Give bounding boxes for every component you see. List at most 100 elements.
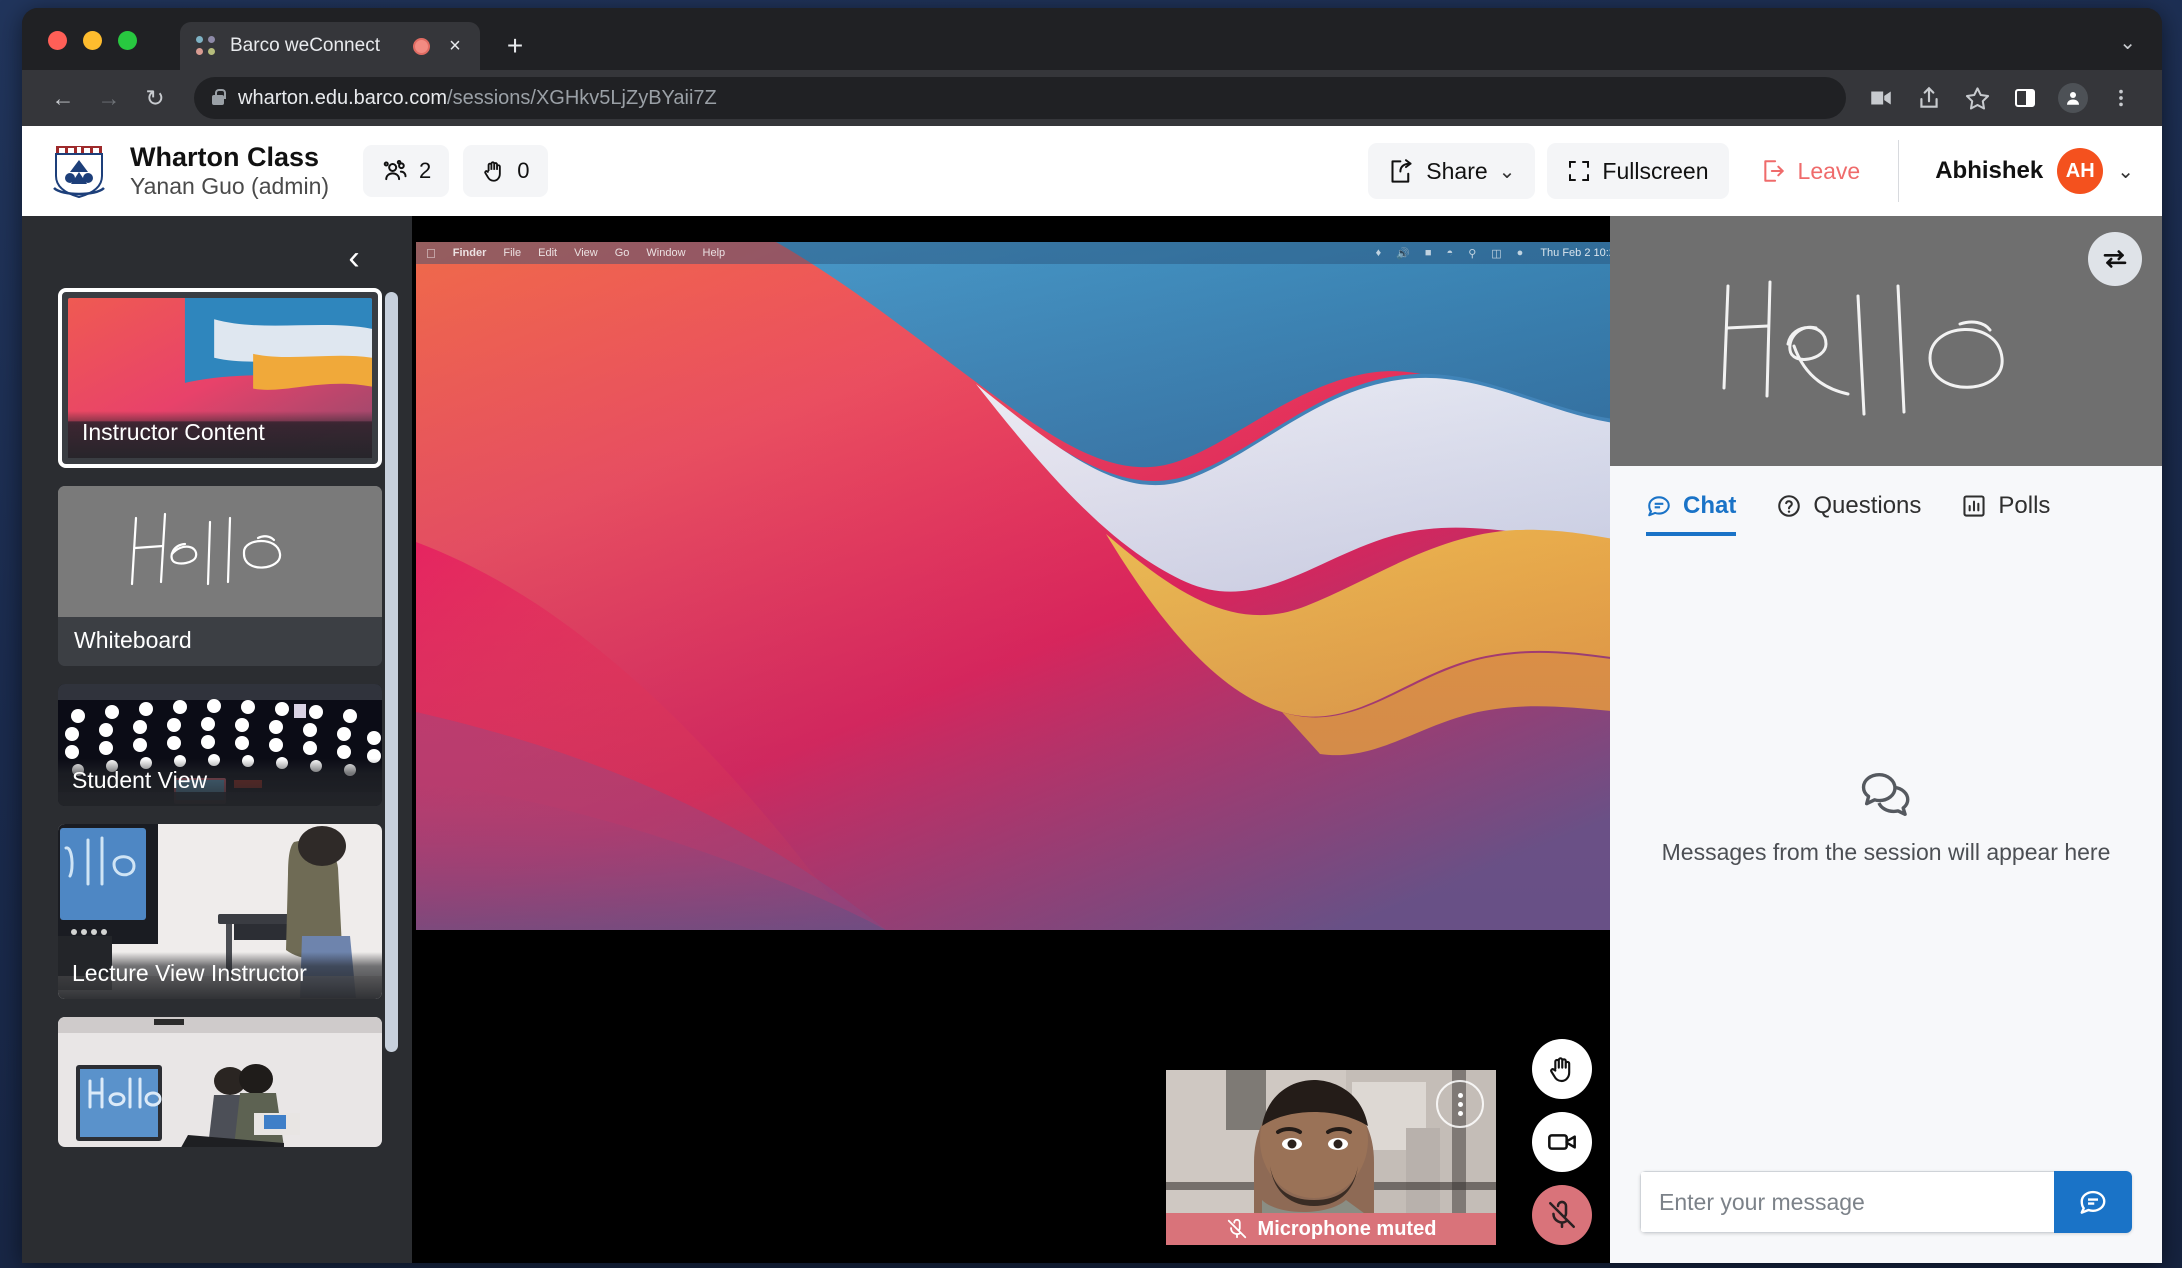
share-button[interactable]: Share ⌄ (1368, 143, 1535, 199)
message-input[interactable] (1640, 1171, 2054, 1233)
browser-toolbar: ← → ↻ wharton.edu.barco.com/sessions/XGH… (22, 70, 2162, 126)
back-button[interactable]: ← (42, 77, 84, 119)
profile-icon[interactable] (2052, 77, 2094, 119)
wharton-penn-shield-logo (48, 140, 110, 202)
tab-questions-label: Questions (1813, 492, 1921, 520)
fullscreen-icon (1567, 159, 1591, 183)
chevron-down-icon: ⌄ (2117, 159, 2134, 184)
thumbnail-preview (58, 486, 382, 620)
header-counters: 2 0 (363, 145, 548, 197)
send-message-button[interactable] (2054, 1171, 2132, 1233)
fullscreen-button-label: Fullscreen (1602, 158, 1708, 185)
main-stage:  Finder File Edit View Go Window Help ♦… (412, 216, 1610, 1263)
macos-menu-bar:  Finder File Edit View Go Window Help ♦… (416, 242, 1610, 264)
address-bar[interactable]: wharton.edu.barco.com/sessions/XGHkv5LjZ… (194, 77, 1846, 119)
sidebar-item-lecture-view-instructor[interactable]: Lecture View Instructor (58, 824, 382, 999)
microphone-toggle-button[interactable] (1532, 1185, 1592, 1245)
page-title: Wharton Class (130, 142, 329, 173)
whiteboard-preview[interactable] (1610, 216, 2162, 466)
minimize-window-button[interactable] (83, 31, 102, 50)
menu-item-finder: Finder (453, 247, 487, 259)
user-menu-button[interactable]: Abhishek AH ⌄ (1917, 148, 2140, 194)
sidebar-item-student-view[interactable]: Student View (58, 684, 382, 806)
app-header: Wharton Class Yanan Guo (admin) 2 (22, 126, 2162, 216)
panel-tabs: Chat Questions (1620, 474, 2152, 536)
sources-list: Instructor Content (22, 288, 412, 1263)
forward-button[interactable]: → (88, 77, 130, 119)
macos-big-sur-wallpaper (416, 242, 1610, 930)
tab-search-chevron-icon[interactable]: ⌄ (2119, 30, 2136, 55)
close-window-button[interactable] (48, 31, 67, 50)
shared-screen[interactable]:  Finder File Edit View Go Window Help ♦… (416, 242, 1610, 930)
browser-tab-title: Barco weConnect (230, 35, 413, 57)
menu-bar-status-icons: ♦ 🔊 ■ ◓ ⚲ ◫ ● (1376, 247, 1524, 260)
share-icon[interactable] (1908, 77, 1950, 119)
menu-item-go: Go (615, 247, 630, 259)
sidebar-item-instructor-content[interactable]: Instructor Content (58, 288, 382, 468)
raise-hand-button[interactable] (1532, 1039, 1592, 1099)
video-camera-icon[interactable] (1860, 77, 1902, 119)
address-bar-url: wharton.edu.barco.com/sessions/XGHkv5LjZ… (238, 87, 717, 110)
right-panel: Chat Questions (1610, 216, 2162, 1263)
session-host: Yanan Guo (admin) (130, 173, 329, 201)
tab-chat[interactable]: Chat (1646, 492, 1736, 536)
leave-icon (1761, 158, 1787, 184)
chat-bubble-icon (1646, 493, 1672, 519)
new-tab-button[interactable]: + (500, 32, 530, 60)
leave-button-label: Leave (1798, 158, 1861, 185)
sidebar-item-label: Student View (58, 759, 382, 806)
lock-icon (212, 95, 224, 105)
media-controls (1532, 1039, 1592, 1245)
tab-polls[interactable]: Polls (1961, 492, 2050, 536)
leave-button[interactable]: Leave (1741, 143, 1881, 199)
browser-tab[interactable]: Barco weConnect × (180, 22, 480, 70)
control-center-icon: ◫ (1491, 247, 1501, 260)
menu-item-file: File (503, 247, 521, 259)
spotlight-search-icon: ⚲ (1468, 247, 1476, 260)
recording-indicator-icon[interactable] (413, 38, 430, 55)
menu-item-window: Window (646, 247, 685, 259)
sidebar-item-room-view[interactable] (58, 1017, 382, 1147)
toolbar-actions (1860, 77, 2142, 119)
collapse-sidebar-button[interactable]: ‹ (318, 232, 390, 284)
chat-panel: Chat Questions (1620, 474, 2152, 1255)
close-tab-button[interactable]: × (444, 36, 466, 56)
camera-toggle-button[interactable] (1532, 1112, 1592, 1172)
session-info: Wharton Class Yanan Guo (admin) (130, 142, 329, 201)
side-panel-icon[interactable] (2004, 77, 2046, 119)
tab-polls-label: Polls (1998, 492, 2050, 520)
user-name: Abhishek (1935, 157, 2043, 185)
maximize-window-button[interactable] (118, 31, 137, 50)
reload-button[interactable]: ↻ (134, 77, 176, 119)
sidebar-scrollbar[interactable] (385, 292, 398, 1052)
raised-hands-button[interactable]: 0 (463, 145, 547, 197)
menu-item-help: Help (703, 247, 726, 259)
sidebar-item-label: Instructor Content (68, 411, 372, 458)
menu-item-view: View (574, 247, 598, 259)
tab-questions[interactable]: Questions (1776, 492, 1921, 536)
whiteboard-drawing (1610, 216, 2162, 466)
chrome-menu-icon[interactable] (2100, 77, 2142, 119)
sidebar-item-label: Lecture View Instructor (58, 952, 382, 999)
avatar: AH (2057, 148, 2103, 194)
bar-chart-icon (1961, 493, 1987, 519)
volume-icon: 🔊 (1396, 247, 1410, 260)
siri-icon: ● (1517, 247, 1524, 259)
chat-composer (1620, 1155, 2152, 1255)
chat-empty-message: Messages from the session will appear he… (1662, 839, 2111, 866)
fullscreen-button[interactable]: Fullscreen (1547, 143, 1728, 199)
chat-empty-state: Messages from the session will appear he… (1620, 536, 2152, 1155)
sidebar-item-whiteboard[interactable]: Whiteboard (58, 486, 382, 666)
thumbnail-preview (58, 1017, 382, 1147)
header-divider (1898, 140, 1899, 202)
bookmark-star-icon[interactable] (1956, 77, 1998, 119)
self-view-video[interactable]: Microphone muted (1166, 1070, 1496, 1245)
menu-item-edit: Edit (538, 247, 557, 259)
wifi-icon: ◓ (1447, 247, 1454, 259)
battery-icon: ■ (1425, 247, 1432, 259)
participants-button[interactable]: 2 (363, 145, 449, 197)
swap-views-button[interactable] (2088, 232, 2142, 286)
app-body: ‹ (22, 216, 2162, 1263)
apple-logo-icon:  (426, 246, 436, 261)
video-options-menu-button[interactable] (1436, 1080, 1484, 1128)
